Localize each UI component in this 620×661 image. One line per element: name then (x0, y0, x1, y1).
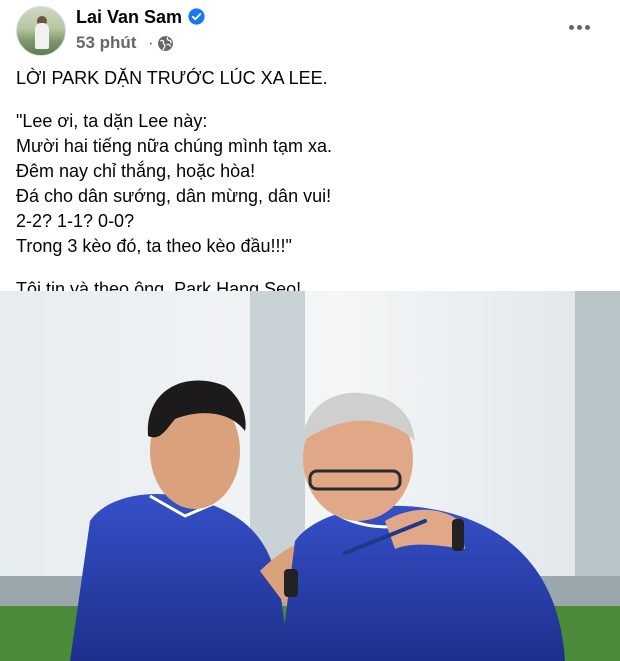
post-headline: LỜI PARK DẶN TRƯỚC LÚC XA LEE. (16, 68, 328, 88)
quote-line: "Lee ơi, ta dặn Lee này: (16, 111, 208, 131)
avatar[interactable] (16, 6, 66, 56)
more-options-dot (585, 25, 590, 30)
post-header: Lai Van Sam 53 phút · (0, 0, 620, 62)
more-options-button[interactable] (566, 16, 594, 40)
author-name[interactable]: Lai Van Sam (76, 7, 182, 28)
post-time[interactable]: 53 phút (76, 33, 136, 53)
post-text: LỜI PARK DẶN TRƯỚC LÚC XA LEE. "Lee ơi, … (16, 66, 606, 302)
quote-line: Mười hai tiếng nữa chúng mình tạm xa. (16, 136, 333, 156)
quote-line: Đá cho dân sướng, dân mừng, dân vui! (16, 186, 332, 206)
post-photo[interactable] (0, 291, 620, 661)
coach-left-watch (284, 569, 298, 597)
coach-right-watch (452, 519, 464, 551)
time-separator: · (148, 33, 154, 52)
more-options-dot (577, 25, 582, 30)
verified-badge-icon (188, 8, 205, 25)
post-quote: "Lee ơi, ta dặn Lee này: Mười hai tiếng … (16, 109, 606, 259)
quote-line: 2-2? 1-1? 0-0? (16, 211, 135, 231)
quote-line: Đêm nay chỉ thắng, hoặc hòa! (16, 161, 256, 181)
globe-icon[interactable] (157, 35, 174, 52)
avatar-photo-figure (35, 23, 49, 49)
quote-line: Trong 3 kèo đó, ta theo kèo đầu!!!" (16, 236, 292, 256)
more-options-icon (569, 25, 574, 30)
